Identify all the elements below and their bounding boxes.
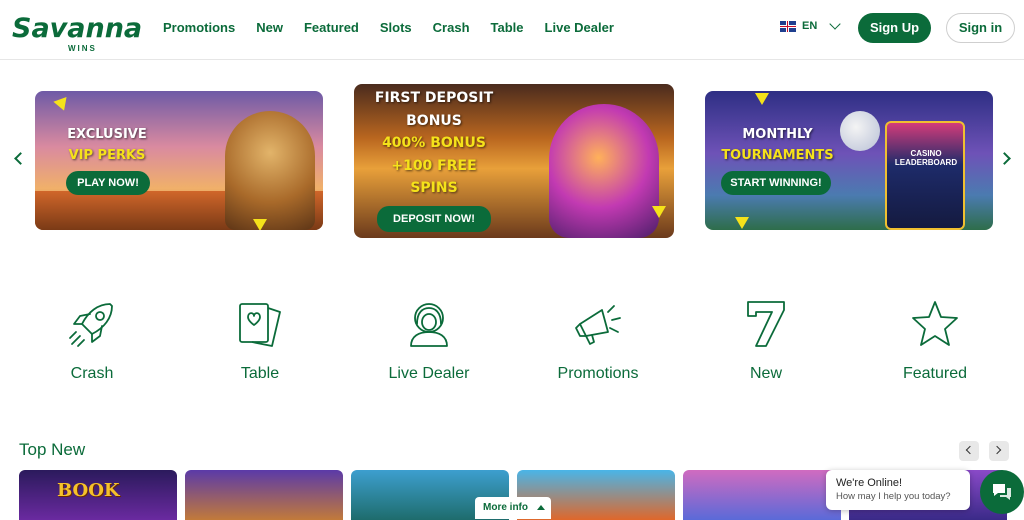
nav-item-promotions[interactable]: Promotions — [163, 20, 235, 36]
chevron-up-icon — [537, 505, 545, 510]
banner-line: TOURNAMENTS — [721, 148, 834, 163]
banner-line: MONTHLY — [742, 127, 813, 142]
banner-line: BONUS — [406, 112, 462, 129]
deposit-now-button[interactable]: DEPOSIT NOW! — [377, 206, 491, 232]
banner-line: 400% BONUS — [382, 135, 486, 151]
logo-subtext: WINS — [68, 44, 97, 53]
seven-icon — [747, 301, 785, 347]
banner-line: VIP PERKS — [68, 148, 146, 163]
banner-line: FIRST DEPOSIT — [374, 90, 494, 106]
category-label: Promotions — [557, 365, 639, 382]
nav-item-crash[interactable]: Crash — [433, 20, 470, 36]
lion-illustration — [225, 111, 315, 230]
category-promotions[interactable]: Promotions — [538, 298, 658, 383]
banner-monthly-tournaments[interactable]: CASINO LEADERBOARD MONTHLY TOURNAMENTS S… — [705, 91, 993, 230]
chevron-down-icon — [829, 18, 841, 30]
game-tile[interactable]: BOOK — [19, 470, 177, 520]
savanna-wins-logo[interactable]: Savanna WINS — [12, 14, 142, 56]
category-label: Live Dealer — [388, 365, 470, 382]
category-featured[interactable]: Featured — [875, 298, 995, 383]
nav-item-new[interactable]: New — [256, 20, 283, 36]
uk-flag-icon — [780, 20, 796, 32]
yellow-triangle-decoration — [253, 219, 267, 230]
game-tile[interactable] — [683, 470, 841, 520]
game-title: BOOK — [57, 480, 120, 501]
yellow-triangle-decoration — [735, 217, 749, 229]
leaderboard-title: CASINO LEADERBOARD — [894, 149, 958, 167]
category-label: New — [749, 365, 782, 382]
yellow-triangle-decoration — [755, 93, 769, 105]
games-next-button[interactable] — [989, 441, 1009, 461]
bison-illustration — [549, 104, 659, 238]
sign-in-button[interactable]: Sign in — [946, 13, 1015, 43]
game-tile[interactable] — [185, 470, 343, 520]
sign-up-button[interactable]: Sign Up — [858, 13, 931, 43]
carousel-prev-icon[interactable] — [14, 152, 27, 165]
category-label: Table — [240, 365, 280, 382]
cards-icon — [239, 303, 281, 347]
nav-item-featured[interactable]: Featured — [304, 20, 359, 36]
top-new-heading: Top New — [19, 440, 86, 459]
category-crash[interactable]: Crash — [32, 298, 152, 383]
category-live-dealer[interactable]: Live Dealer — [369, 298, 489, 383]
chevron-right-icon — [992, 445, 1002, 455]
leaderboard-illustration: CASINO LEADERBOARD — [885, 121, 965, 230]
carousel-next-icon[interactable] — [998, 152, 1011, 165]
banner-line: SPINS — [410, 180, 458, 196]
chat-title: We're Online! — [836, 477, 903, 489]
category-new[interactable]: New — [706, 298, 826, 383]
main-nav: Promotions New Featured Slots Crash Tabl… — [163, 20, 635, 36]
banner-headline: FIRST DEPOSIT BONUS 400% BONUS +100 FREE… — [364, 87, 504, 200]
nav-item-live-dealer[interactable]: Live Dealer — [545, 20, 614, 36]
yellow-triangle-decoration — [652, 206, 666, 218]
star-icon — [912, 301, 958, 346]
category-label: Featured — [902, 365, 968, 382]
start-winning-button[interactable]: START WINNING! — [721, 171, 831, 195]
banner-line: +100 FREE — [391, 157, 477, 174]
play-now-button[interactable]: PLAY NOW! — [66, 171, 150, 195]
chat-greeting[interactable]: We're Online! How may I help you today? — [826, 470, 970, 510]
nav-item-slots[interactable]: Slots — [380, 20, 412, 36]
nav-item-table[interactable]: Table — [491, 20, 524, 36]
megaphone-icon — [575, 305, 621, 345]
language-code: EN — [802, 20, 818, 32]
games-prev-button[interactable] — [959, 441, 979, 461]
chat-launcher-button[interactable] — [980, 470, 1024, 514]
chat-subtitle: How may I help you today? — [836, 491, 951, 502]
rocket-icon — [69, 303, 113, 347]
dealer-icon — [410, 303, 448, 347]
chevron-left-icon — [965, 445, 975, 455]
banner-line: EXCLUSIVE — [67, 127, 147, 142]
moon-illustration — [840, 111, 880, 151]
banner-headline: MONTHLY TOURNAMENTS — [715, 124, 840, 166]
category-label: Crash — [70, 365, 114, 382]
banner-first-deposit[interactable]: FIRST DEPOSIT BONUS 400% BONUS +100 FREE… — [354, 84, 674, 238]
banner-headline: EXCLUSIVE VIP PERKS — [57, 124, 157, 166]
more-info-button[interactable]: More info — [475, 497, 551, 519]
site-header: Savanna WINS Promotions New Featured Slo… — [0, 0, 1024, 60]
chat-icon — [993, 484, 1011, 500]
yellow-triangle-decoration — [53, 96, 71, 114]
category-table[interactable]: Table — [200, 298, 320, 383]
more-info-label: More info — [483, 502, 528, 513]
language-selector[interactable]: EN — [780, 18, 841, 32]
logo-wordmark: Savanna — [12, 13, 143, 44]
banner-vip-perks[interactable]: EXCLUSIVE VIP PERKS PLAY NOW! — [35, 91, 323, 230]
